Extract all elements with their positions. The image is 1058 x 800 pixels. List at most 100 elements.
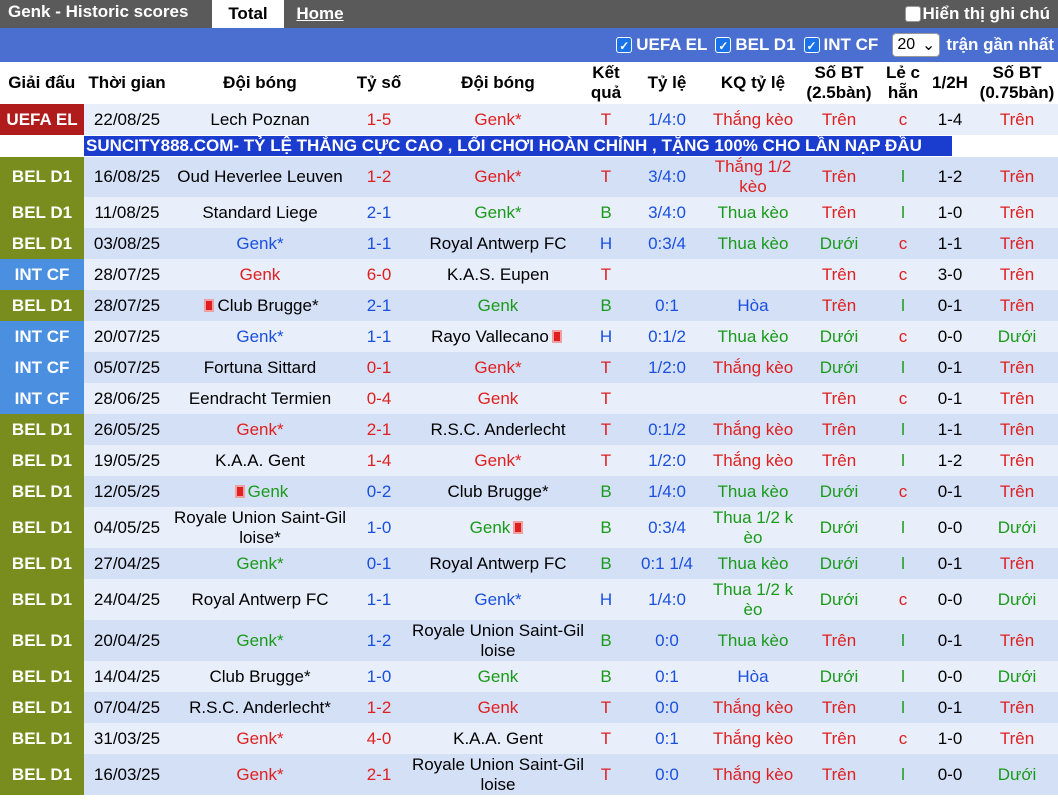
competition-cell[interactable]: BEL D1 [0,197,84,228]
home-team-cell[interactable]: Genk [170,476,350,507]
away-team-cell[interactable]: K.A.S. Eupen [408,259,588,290]
col-header[interactable]: Giải đấu [0,62,85,104]
col-header[interactable]: Số BT (2.5bàn) [796,62,883,104]
home-team-cell[interactable]: Royale Union Saint-Gil loise* [170,507,350,548]
away-team-cell[interactable]: Genk [408,692,588,723]
home-team-cell[interactable]: K.A.A. Gent [170,445,350,476]
score-cell[interactable]: 1-0 [350,661,408,692]
check-icon[interactable]: ✓ [616,37,633,53]
home-team-cell[interactable]: Standard Liege [170,197,350,228]
col-header[interactable]: Số BT (0.75bàn) [976,62,1058,104]
home-team-cell[interactable]: Genk* [170,723,350,754]
score-cell[interactable]: 2-1 [350,197,408,228]
score-cell[interactable]: 1-2 [350,620,408,661]
col-header[interactable]: Lẻ c hẵn [882,62,925,104]
competition-cell[interactable]: BEL D1 [0,620,84,661]
home-team-cell[interactable]: Fortuna Sittard [170,352,350,383]
col-header[interactable]: Đội bóng [408,62,589,104]
home-team-cell[interactable]: Genk* [170,414,350,445]
competition-cell[interactable]: BEL D1 [0,723,84,754]
score-cell[interactable]: 2-1 [350,290,408,321]
filter-bel[interactable]: ✓ BEL D1 [715,35,796,55]
home-team-cell[interactable]: Royal Antwerp FC [170,579,350,620]
competition-cell[interactable]: INT CF [0,352,84,383]
score-cell[interactable]: 4-0 [350,723,408,754]
away-team-cell[interactable]: Genk* [408,579,588,620]
home-team-cell[interactable]: Oud Heverlee Leuven [170,157,350,197]
ad-banner-link[interactable]: SUNCITY888.COM- TỶ LỆ THẮNG CỰC CAO , LỐ… [84,136,952,156]
col-header[interactable]: Tỷ lệ [624,62,711,104]
col-header[interactable]: Đội bóng [170,62,351,104]
home-team-cell[interactable]: R.S.C. Anderlecht* [170,692,350,723]
away-team-cell[interactable]: Royale Union Saint-Gil loise [408,754,588,795]
notes-checkbox[interactable] [904,6,921,22]
competition-cell[interactable]: BEL D1 [0,661,84,692]
home-team-cell[interactable]: Genk* [170,228,350,259]
score-cell[interactable]: 0-1 [350,352,408,383]
away-team-cell[interactable]: Genk [408,383,588,414]
score-cell[interactable]: 2-1 [350,754,408,795]
score-cell[interactable]: 0-2 [350,476,408,507]
competition-cell[interactable]: BEL D1 [0,579,84,620]
away-team-cell[interactable]: K.A.A. Gent [408,723,588,754]
home-team-cell[interactable]: Genk* [170,620,350,661]
competition-cell[interactable]: BEL D1 [0,548,84,579]
home-team-cell[interactable]: Genk* [170,321,350,352]
competition-cell[interactable]: BEL D1 [0,476,84,507]
competition-cell[interactable]: BEL D1 [0,507,84,548]
check-icon[interactable]: ✓ [715,37,732,53]
score-cell[interactable]: 1-1 [350,579,408,620]
score-cell[interactable]: 6-0 [350,259,408,290]
check-icon[interactable]: ✓ [803,37,820,53]
score-cell[interactable]: 1-1 [350,321,408,352]
show-notes-toggle[interactable]: Hiển thị ghi chú [904,0,1050,28]
away-team-cell[interactable]: Genk* [408,445,588,476]
filter-uefa[interactable]: ✓ UEFA EL [616,35,707,55]
competition-cell[interactable]: BEL D1 [0,290,84,321]
match-count-select[interactable]: 20 ⌄ [892,33,941,57]
away-team-cell[interactable]: Royale Union Saint-Gil loise [408,620,588,661]
score-cell[interactable]: 1-0 [350,507,408,548]
away-team-cell[interactable]: Genk [408,290,588,321]
competition-cell[interactable]: INT CF [0,383,84,414]
tab-total[interactable]: Total [212,0,284,28]
competition-cell[interactable]: INT CF [0,259,84,290]
home-team-cell[interactable]: Eendracht Termien [170,383,350,414]
away-team-cell[interactable]: Royal Antwerp FC [408,228,588,259]
away-team-cell[interactable]: Genk [408,507,588,548]
competition-cell[interactable]: BEL D1 [0,157,84,197]
home-team-cell[interactable]: Genk [170,259,350,290]
away-team-cell[interactable]: Genk* [408,157,588,197]
away-team-cell[interactable]: R.S.C. Anderlecht [408,414,588,445]
col-header[interactable]: Tỷ số [350,62,409,104]
home-team-cell[interactable]: Club Brugge* [170,290,350,321]
competition-cell[interactable]: BEL D1 [0,228,84,259]
away-team-cell[interactable]: Rayo Vallecano [408,321,588,352]
away-team-cell[interactable]: Royal Antwerp FC [408,548,588,579]
home-team-cell[interactable]: Genk* [170,754,350,795]
filter-int[interactable]: ✓ INT CF [803,35,878,55]
home-team-cell[interactable]: Club Brugge* [170,661,350,692]
tab-home[interactable]: Home [284,0,356,28]
away-team-cell[interactable]: Club Brugge* [408,476,588,507]
score-cell[interactable]: 1-2 [350,157,408,197]
competition-cell[interactable]: BEL D1 [0,754,84,795]
home-team-cell[interactable]: Genk* [170,548,350,579]
score-cell[interactable]: 0-4 [350,383,408,414]
col-header[interactable]: Kết quả [588,62,625,104]
away-team-cell[interactable]: Genk* [408,197,588,228]
col-header[interactable]: 1/2H [924,62,977,104]
score-cell[interactable]: 0-1 [350,548,408,579]
score-cell[interactable]: 1-1 [350,228,408,259]
competition-cell[interactable]: BEL D1 [0,445,84,476]
competition-cell[interactable]: INT CF [0,321,84,352]
score-cell[interactable]: 2-1 [350,414,408,445]
competition-cell[interactable]: BEL D1 [0,692,84,723]
col-header[interactable]: KQ tỷ lệ [710,62,797,104]
home-team-cell[interactable]: Lech Poznan [170,104,350,135]
competition-cell[interactable]: BEL D1 [0,414,84,445]
away-team-cell[interactable]: Genk* [408,104,588,135]
competition-cell[interactable]: UEFA EL [0,104,84,135]
score-cell[interactable]: 1-4 [350,445,408,476]
score-cell[interactable]: 1-2 [350,692,408,723]
